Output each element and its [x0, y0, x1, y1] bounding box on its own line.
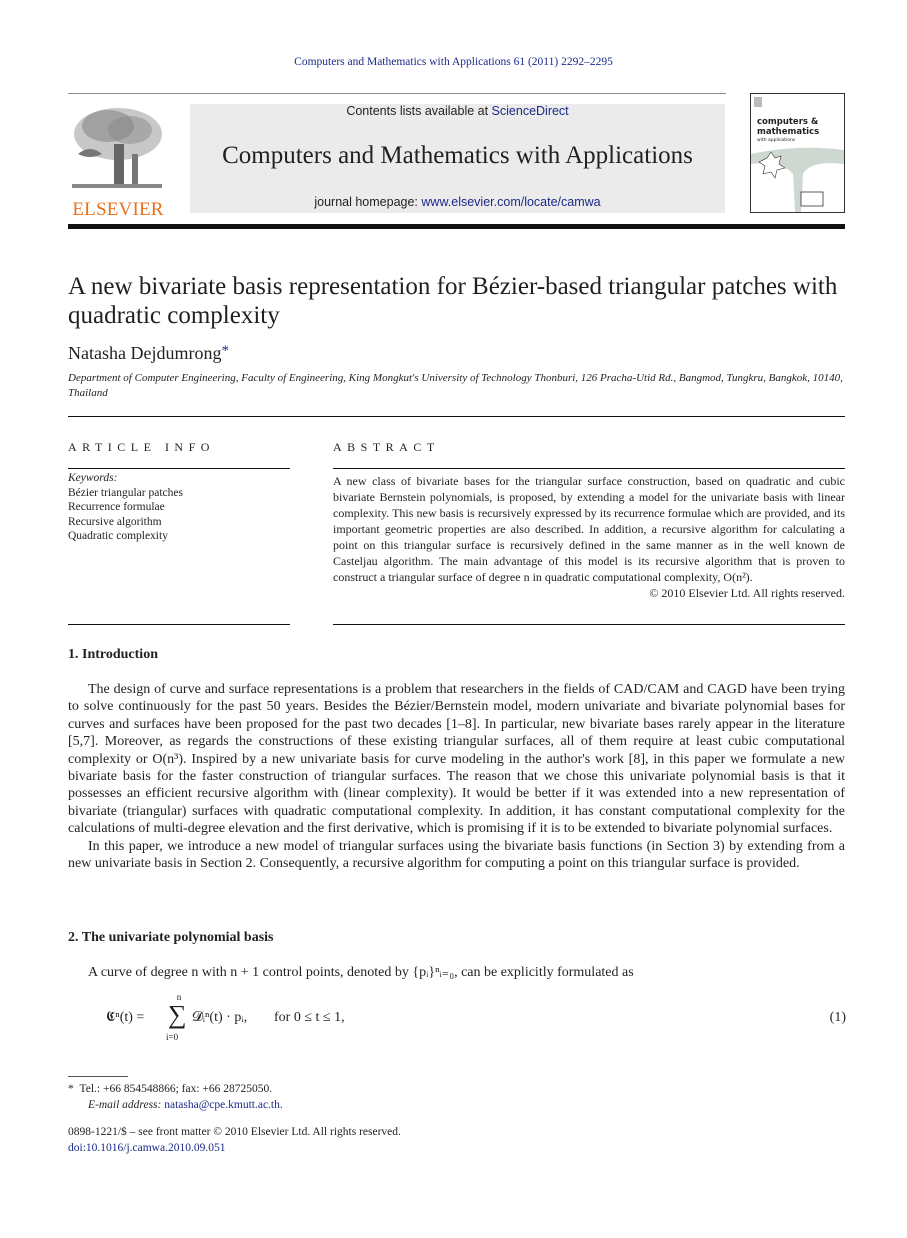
paragraph: The design of curve and surface represen… — [68, 682, 845, 837]
equation-rhs: 𝓓ᵢⁿ(t) · pᵢ, — [192, 1010, 248, 1025]
keyword: Quadratic complexity — [68, 530, 168, 542]
abstract-body: A new class of bivariate bases for the t… — [333, 473, 845, 601]
cover-line-1: computers & — [757, 117, 819, 127]
email-link[interactable]: natasha@cpe.kmutt.ac.th — [164, 1099, 280, 1111]
equation-lhs: 𝕮ⁿ(t) = — [106, 1010, 145, 1025]
footnote-mark: * — [68, 1083, 74, 1095]
article-info-rule-top — [68, 468, 290, 469]
keyword: Recurrence formulae — [68, 501, 165, 513]
sum-lower-limit: i=0 — [166, 1032, 179, 1042]
cover-line-2: mathematics — [757, 127, 819, 137]
journal-banner: Contents lists available at ScienceDirec… — [190, 104, 725, 213]
affiliation: Department of Computer Engineering, Facu… — [68, 372, 843, 399]
equation-condition: for 0 ≤ t ≤ 1, — [274, 1010, 345, 1025]
title-rule — [68, 416, 845, 417]
running-head[interactable]: Computers and Mathematics with Applicati… — [0, 56, 907, 68]
issn-line: 0898-1221/$ – see front matter © 2010 El… — [68, 1126, 401, 1138]
author-name: Natasha Dejdumrong — [68, 343, 222, 363]
homepage-line: journal homepage: www.elsevier.com/locat… — [190, 195, 725, 209]
univariate-body: A curve of degree n with n + 1 control p… — [68, 964, 845, 981]
cover-line-3: with applications — [757, 137, 796, 143]
homepage-prefix: journal homepage: — [314, 195, 422, 209]
footnote-contact: Tel.: +66 854548866; fax: +66 28725050. — [79, 1083, 273, 1095]
author-footnote-mark[interactable]: * — [221, 343, 229, 359]
cover-image-icon: computers & mathematics with application… — [751, 97, 844, 212]
abstract-copyright: © 2010 Elsevier Ltd. All rights reserved… — [649, 586, 845, 600]
paper-title: A new bivariate basis representation for… — [68, 273, 838, 329]
email-label: E-mail address: — [88, 1098, 165, 1111]
journal-homepage-link[interactable]: www.elsevier.com/locate/camwa — [421, 195, 600, 209]
article-info-heading: ARTICLE INFO — [68, 440, 215, 454]
elsevier-logo[interactable]: ELSEVIER — [68, 104, 168, 220]
sciencedirect-link[interactable]: ScienceDirect — [492, 104, 569, 118]
introduction-body: The design of curve and surface represen… — [68, 681, 845, 872]
equation-number: (1) — [829, 1010, 846, 1025]
email-suffix: . — [279, 1098, 283, 1111]
section-heading-introduction: 1. Introduction — [68, 647, 158, 662]
masthead-rule — [68, 224, 845, 229]
keyword: Recursive algorithm — [68, 515, 162, 528]
contents-line: Contents lists available at ScienceDirec… — [190, 104, 725, 118]
paragraph: In this paper, we introduce a new model … — [68, 838, 845, 872]
journal-title: Computers and Mathematics with Applicati… — [222, 142, 693, 169]
sum-symbol: ∑ — [168, 1000, 187, 1029]
keywords-label: Keywords: — [68, 472, 118, 484]
keyword: Bézier triangular patches — [68, 486, 183, 499]
elsevier-wordmark: ELSEVIER — [72, 199, 164, 220]
abstract-text: A new class of bivariate bases for the t… — [333, 474, 845, 584]
doi-link[interactable]: doi:10.1016/j.camwa.2010.09.051 — [68, 1142, 225, 1154]
author-footnote: * Tel.: +66 854548866; fax: +66 28725050… — [68, 1082, 283, 1113]
section-heading-univariate: 2. The univariate polynomial basis — [68, 930, 274, 945]
front-matter: 0898-1221/$ – see front matter © 2010 El… — [68, 1125, 401, 1156]
author: Natasha Dejdumrong* — [68, 343, 229, 364]
equation-1: 𝕮ⁿ(t) = n ∑ i=0 𝓓ᵢⁿ(t) · pᵢ, for 0 ≤ t ≤… — [106, 992, 846, 1044]
abstract-rule-top — [333, 468, 845, 469]
contents-prefix: Contents lists available at — [346, 104, 492, 118]
journal-cover-thumbnail[interactable]: computers & mathematics with application… — [750, 93, 845, 213]
footnote-rule — [68, 1076, 128, 1077]
abstract-rule-bottom — [333, 624, 845, 625]
header-divider — [68, 93, 726, 94]
article-info-rule-bottom — [68, 624, 290, 625]
abstract-heading: ABSTRACT — [333, 440, 440, 454]
elsevier-tree-icon — [72, 108, 162, 188]
paragraph: A curve of degree n with n + 1 control p… — [88, 965, 634, 980]
keywords-block: Keywords: Bézier triangular patches Recu… — [68, 471, 183, 544]
